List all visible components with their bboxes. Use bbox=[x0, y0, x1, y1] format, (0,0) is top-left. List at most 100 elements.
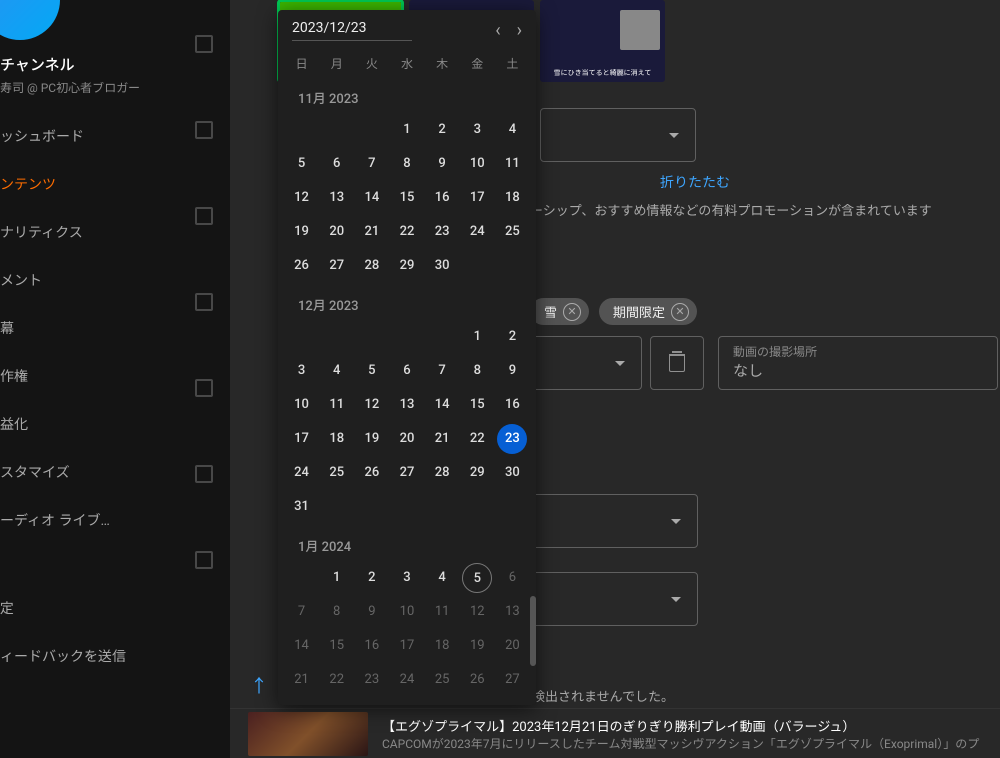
calendar-day[interactable]: 26 bbox=[287, 251, 317, 281]
calendar-day[interactable]: 6 bbox=[322, 149, 352, 179]
calendar-day[interactable]: 18 bbox=[427, 631, 457, 661]
sidebar-item[interactable]: ッシュボード bbox=[0, 112, 230, 160]
calendar-day[interactable]: 5 bbox=[462, 563, 492, 593]
collapse-link[interactable]: 折りたたむ bbox=[660, 172, 730, 192]
prev-month-button[interactable]: ‹ bbox=[495, 20, 500, 41]
calendar-day[interactable]: 1 bbox=[322, 563, 352, 593]
calendar-day[interactable]: 20 bbox=[322, 217, 352, 247]
calendar-day[interactable]: 6 bbox=[392, 356, 422, 386]
calendar-day[interactable]: 21 bbox=[357, 217, 387, 247]
location-field[interactable]: 動画の撮影場所 なし bbox=[718, 336, 998, 390]
close-icon[interactable]: ✕ bbox=[671, 303, 689, 321]
calendar-day[interactable]: 8 bbox=[322, 597, 352, 627]
sidebar-item[interactable]: 益化 bbox=[0, 400, 230, 448]
calendar-day[interactable]: 23 bbox=[497, 424, 527, 454]
sidebar-item[interactable]: 作権 bbox=[0, 352, 230, 400]
upload-icon[interactable]: ↑ bbox=[250, 672, 268, 698]
scrollbar-thumb[interactable] bbox=[530, 596, 536, 666]
calendar-day[interactable]: 7 bbox=[357, 149, 387, 179]
calendar-day[interactable]: 8 bbox=[392, 149, 422, 179]
calendar-day[interactable]: 24 bbox=[287, 458, 317, 488]
calendar-day[interactable]: 3 bbox=[392, 563, 422, 593]
next-month-button[interactable]: › bbox=[517, 20, 522, 41]
calendar-day[interactable]: 6 bbox=[497, 563, 527, 593]
calendar-day[interactable]: 9 bbox=[497, 356, 527, 386]
close-icon[interactable]: ✕ bbox=[563, 303, 581, 321]
calendar-day[interactable]: 4 bbox=[497, 115, 527, 145]
calendar-day[interactable]: 1 bbox=[462, 322, 492, 352]
calendar-day[interactable]: 15 bbox=[462, 390, 492, 420]
dropdown[interactable] bbox=[540, 108, 696, 162]
calendar-day[interactable]: 21 bbox=[427, 424, 457, 454]
calendar-day[interactable]: 23 bbox=[357, 665, 387, 686]
calendar-day[interactable]: 22 bbox=[322, 665, 352, 686]
calendar-day[interactable]: 17 bbox=[462, 183, 492, 213]
calendar-day[interactable]: 10 bbox=[287, 390, 317, 420]
calendar-day[interactable]: 16 bbox=[427, 183, 457, 213]
calendar-day[interactable]: 13 bbox=[392, 390, 422, 420]
calendar-day[interactable]: 25 bbox=[427, 665, 457, 686]
sidebar-item[interactable]: ィードバックを送信 bbox=[0, 632, 230, 680]
calendar-day[interactable]: 14 bbox=[287, 631, 317, 661]
tag-chip[interactable]: 期間限定✕ bbox=[599, 298, 697, 325]
calendar-day[interactable]: 23 bbox=[427, 217, 457, 247]
thumbnail[interactable]: 雪にひき当てると綺麗に消えて bbox=[540, 0, 665, 82]
calendar-day[interactable]: 27 bbox=[392, 458, 422, 488]
calendar-day[interactable]: 15 bbox=[392, 183, 422, 213]
calendar-day[interactable]: 5 bbox=[357, 356, 387, 386]
calendar-day[interactable]: 18 bbox=[322, 424, 352, 454]
calendar-day[interactable]: 31 bbox=[287, 492, 317, 522]
calendar-day[interactable]: 30 bbox=[497, 458, 527, 488]
calendar-day[interactable]: 21 bbox=[287, 665, 317, 686]
calendar-day[interactable]: 28 bbox=[427, 458, 457, 488]
calendar-day[interactable]: 12 bbox=[287, 183, 317, 213]
calendar-day[interactable]: 19 bbox=[287, 217, 317, 247]
calendar-day[interactable]: 19 bbox=[357, 424, 387, 454]
calendar-day[interactable]: 13 bbox=[322, 183, 352, 213]
calendar-day[interactable]: 25 bbox=[322, 458, 352, 488]
calendar-day[interactable]: 5 bbox=[287, 149, 317, 179]
calendar-day[interactable]: 7 bbox=[427, 356, 457, 386]
calendar-day[interactable]: 29 bbox=[462, 458, 492, 488]
calendar-day[interactable]: 28 bbox=[357, 251, 387, 281]
calendar-day[interactable]: 27 bbox=[497, 665, 527, 686]
sidebar-item[interactable]: スタマイズ bbox=[0, 448, 230, 496]
calendar-day[interactable]: 12 bbox=[462, 597, 492, 627]
calendar-day[interactable]: 11 bbox=[322, 390, 352, 420]
calendar-day[interactable]: 20 bbox=[392, 424, 422, 454]
calendar-day[interactable]: 17 bbox=[287, 424, 317, 454]
calendar-day[interactable]: 3 bbox=[287, 356, 317, 386]
calendar-day[interactable]: 11 bbox=[427, 597, 457, 627]
calendar-day[interactable]: 27 bbox=[322, 251, 352, 281]
calendar-day[interactable]: 8 bbox=[462, 356, 492, 386]
tag-chip[interactable]: 雪✕ bbox=[530, 298, 589, 325]
calendar-day[interactable]: 17 bbox=[392, 631, 422, 661]
calendar-day[interactable]: 18 bbox=[497, 183, 527, 213]
calendar-day[interactable]: 9 bbox=[427, 149, 457, 179]
date-input[interactable]: 2023/12/23 bbox=[292, 20, 412, 41]
calendar-day[interactable]: 7 bbox=[287, 597, 317, 627]
sidebar-item[interactable]: ーディオ ライブ… bbox=[0, 496, 230, 544]
sidebar-item[interactable]: 定 bbox=[0, 584, 230, 632]
calendar-day[interactable]: 22 bbox=[392, 217, 422, 247]
calendar-day[interactable]: 14 bbox=[427, 390, 457, 420]
calendar-day[interactable]: 10 bbox=[392, 597, 422, 627]
calendar-day[interactable]: 24 bbox=[462, 217, 492, 247]
calendar-body[interactable]: 11月 202312345678910111213141516171819202… bbox=[278, 76, 536, 686]
sidebar-item[interactable]: メント bbox=[0, 256, 230, 304]
calendar-day[interactable]: 4 bbox=[427, 563, 457, 593]
calendar-day[interactable]: 22 bbox=[462, 424, 492, 454]
calendar-day[interactable]: 26 bbox=[357, 458, 387, 488]
calendar-day[interactable]: 19 bbox=[462, 631, 492, 661]
calendar-day[interactable]: 13 bbox=[497, 597, 527, 627]
calendar-day[interactable]: 2 bbox=[497, 322, 527, 352]
calendar-day[interactable]: 26 bbox=[462, 665, 492, 686]
calendar-day[interactable]: 9 bbox=[357, 597, 387, 627]
calendar-day[interactable]: 20 bbox=[497, 631, 527, 661]
calendar-day[interactable]: 11 bbox=[497, 149, 527, 179]
calendar-day[interactable]: 10 bbox=[462, 149, 492, 179]
calendar-day[interactable]: 16 bbox=[357, 631, 387, 661]
calendar-day[interactable]: 16 bbox=[497, 390, 527, 420]
calendar-day[interactable]: 30 bbox=[427, 251, 457, 281]
video-list-row[interactable]: 【エグゾプライマル】2023年12月21日のぎりぎり勝利プレイ動画（バラージュ）… bbox=[230, 708, 1000, 758]
